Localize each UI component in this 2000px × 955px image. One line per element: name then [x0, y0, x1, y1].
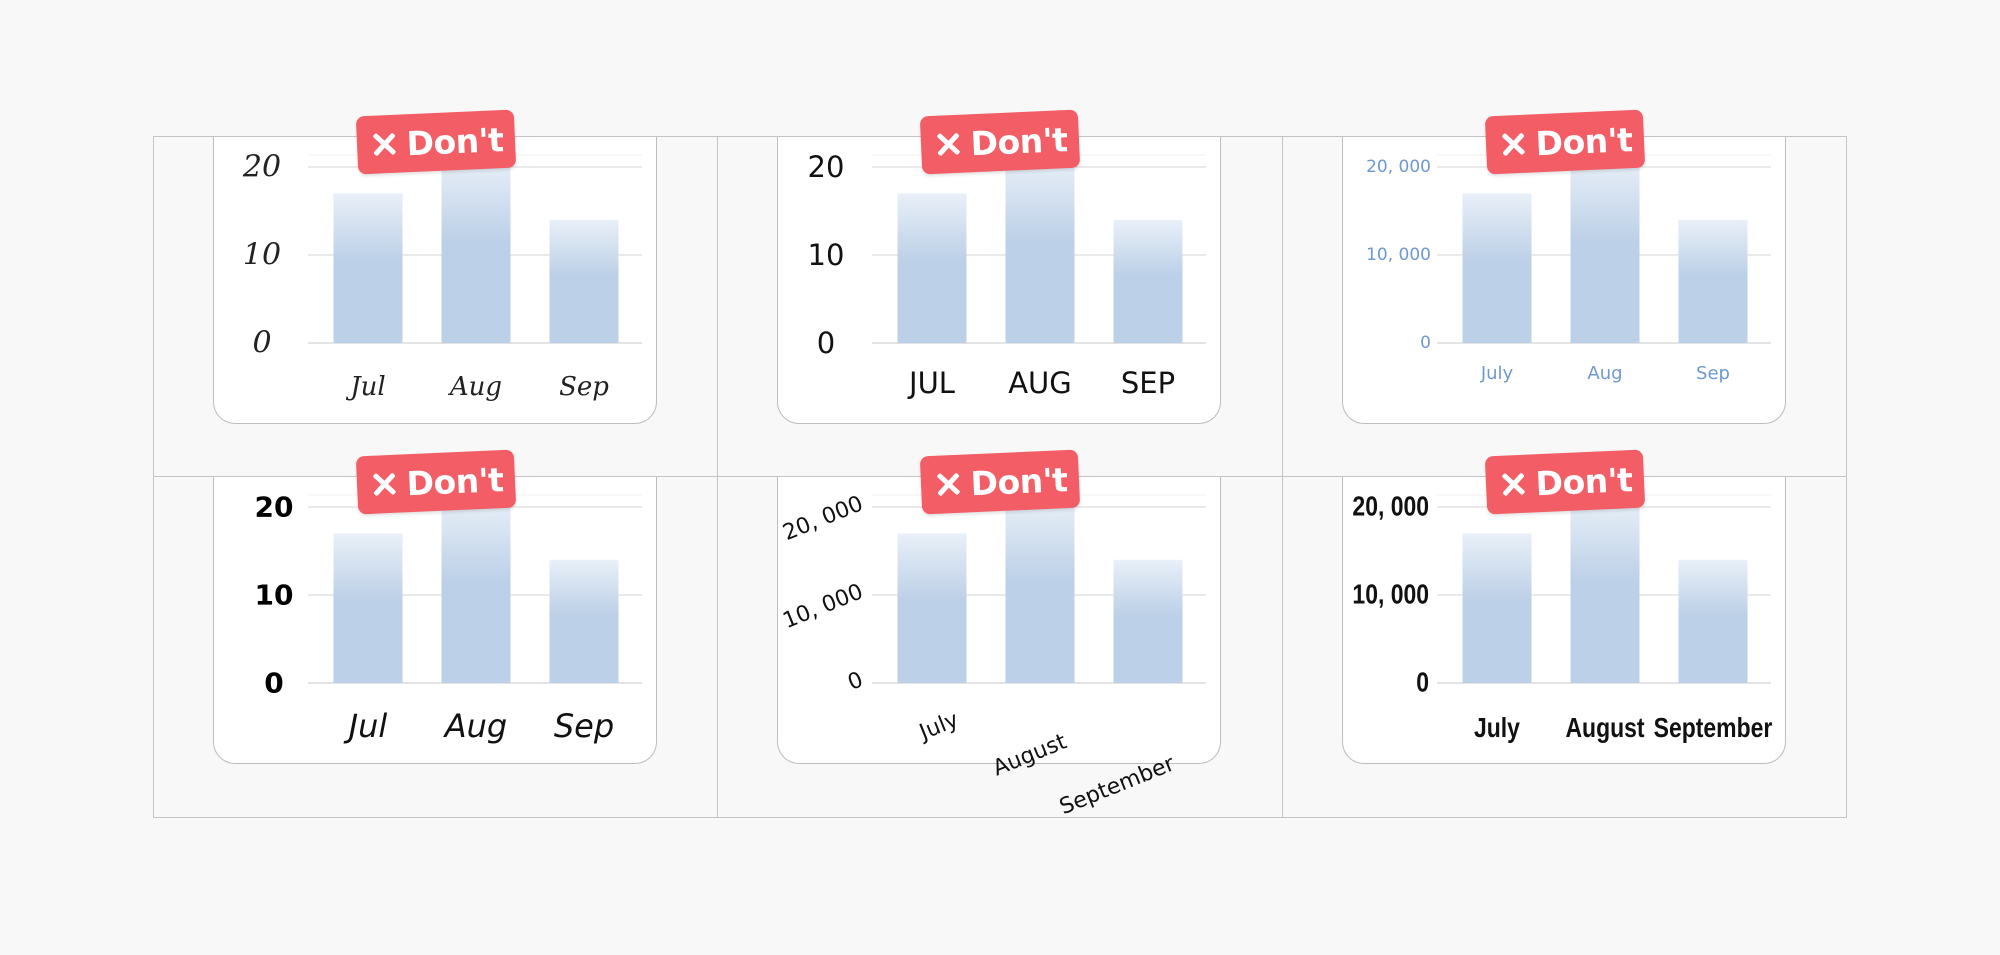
bar — [1005, 498, 1075, 683]
dont-label: Don't — [969, 459, 1069, 503]
bar — [549, 219, 619, 343]
panel-1: Jul Aug Sep 0 10 20 Don't — [153, 109, 718, 477]
y-tick-label: 20, 000 — [1352, 492, 1429, 523]
y-tick-label: 10, 000 — [779, 579, 866, 634]
bar — [1570, 498, 1640, 683]
x-tick-label: Jul — [343, 707, 388, 745]
dont-label: Don't — [1534, 459, 1634, 503]
x-tick-label: Aug — [448, 372, 502, 402]
bar — [441, 158, 511, 343]
x-tick-label: Aug — [443, 707, 507, 745]
y-tick-label: 10, 000 — [1366, 245, 1431, 265]
bar — [1113, 219, 1183, 343]
dont-badge: Don't — [1484, 449, 1646, 515]
dont-badge: Don't — [355, 109, 517, 175]
panel-2: JUL AUG SEP 0 10 20 Don't — [718, 109, 1283, 477]
x-tick-label: September — [1654, 713, 1773, 744]
dont-label: Don't — [1534, 119, 1634, 163]
y-tick-label: 10 — [255, 579, 294, 612]
bar — [1113, 559, 1183, 683]
x-tick-label: July — [1480, 363, 1514, 384]
y-tick-label: 20 — [255, 491, 294, 524]
y-tick-label: 0 — [252, 326, 271, 361]
y-tick-label: 0 — [844, 667, 866, 695]
dont-badge: Don't — [355, 449, 517, 515]
chart-card-5: July August September 0 10, 000 20, 000 Don't — [777, 449, 1221, 820]
comparison-grid: Jul Aug Sep 0 10 20 Don't JUL AUG SEP 0 10 20 Don'… — [153, 109, 1847, 820]
bar — [333, 193, 403, 343]
panel-6: July August September 0 10, 000 20, 000 Don't — [1283, 449, 1847, 818]
y-tick-label: 20 — [808, 150, 845, 184]
dont-badge: Don't — [919, 449, 1081, 515]
close-icon — [932, 469, 963, 500]
x-tick-label: July — [914, 707, 962, 746]
y-tick-label: 0 — [264, 667, 283, 700]
y-tick-label: 10, 000 — [1352, 580, 1429, 611]
close-icon — [1497, 129, 1528, 160]
close-icon — [1497, 469, 1528, 500]
bar — [441, 498, 511, 683]
dont-label: Don't — [969, 119, 1069, 163]
y-tick-label: 0 — [817, 326, 835, 360]
chart-card-1: Jul Aug Sep 0 10 20 Don't — [213, 109, 657, 424]
y-tick-label: 20, 000 — [1366, 157, 1431, 177]
bar-chart-2: JUL AUG SEP 0 10 20 — [808, 150, 1206, 400]
x-tick-label: Sep — [1696, 363, 1730, 384]
bar — [1005, 158, 1075, 343]
panel-3: July Aug Sep 0 10, 000 20, 000 Don't — [1283, 109, 1847, 477]
bar — [1462, 533, 1532, 683]
chart-card-2: JUL AUG SEP 0 10 20 Don't — [777, 109, 1221, 424]
y-tick-label: 0 — [1416, 668, 1429, 699]
bar — [1462, 193, 1532, 343]
close-icon — [368, 469, 399, 500]
bar — [333, 533, 403, 683]
x-tick-label: Aug — [1587, 363, 1622, 384]
dont-badge: Don't — [919, 109, 1081, 175]
y-tick-label: 0 — [1420, 333, 1431, 353]
x-tick-label: JUL — [907, 366, 955, 400]
dont-badge: Don't — [1484, 109, 1646, 175]
x-tick-label: September — [1056, 751, 1179, 820]
x-tick-label: AUG — [1008, 366, 1072, 400]
y-tick-label: 20, 000 — [779, 491, 866, 546]
chart-card-4: Jul Aug Sep 0 10 20 Don't — [213, 449, 657, 764]
close-icon — [932, 129, 963, 160]
bar-chart-5: July AugustSeptember 0 10, 000 20, 000 — [779, 491, 1206, 820]
bar — [1678, 219, 1748, 343]
y-tick-label: 10 — [243, 238, 281, 273]
y-tick-label: 20 — [242, 150, 281, 185]
bar — [1678, 559, 1748, 683]
x-tick-label: SEP — [1121, 366, 1175, 400]
x-tick-label: August — [1565, 713, 1644, 744]
bar-chart-4: Jul Aug Sep 0 10 20 — [255, 491, 642, 745]
dont-label: Don't — [405, 119, 505, 163]
x-tick-label: Jul — [345, 372, 385, 402]
x-tick-label: Sep — [559, 372, 609, 402]
chart-card-6: July August September 0 10, 000 20, 000 Don't — [1342, 449, 1786, 764]
x-tick-label: August — [989, 729, 1070, 781]
bar-chart-3: July Aug Sep 0 10, 000 20, 000 — [1366, 154, 1771, 384]
bar-chart-1: Jul Aug Sep 0 10 20 — [242, 150, 642, 402]
bar — [897, 533, 967, 683]
bar — [549, 559, 619, 683]
close-icon — [368, 129, 399, 160]
y-tick-label: 10 — [808, 238, 845, 272]
panel-5: July August September 0 10, 000 20, 000 Don't — [718, 449, 1283, 820]
x-tick-label: Sep — [554, 707, 614, 745]
x-tick-label: July — [1474, 713, 1521, 744]
panel-4: Jul Aug Sep 0 10 20 Don't — [153, 449, 718, 818]
chart-card-3: July Aug Sep 0 10, 000 20, 000 Don't — [1342, 109, 1786, 424]
bar — [1570, 158, 1640, 343]
dont-label: Don't — [405, 459, 505, 503]
bar-chart-6: July August September 0 10, 000 20, 000 — [1352, 492, 1773, 744]
bar — [897, 193, 967, 343]
